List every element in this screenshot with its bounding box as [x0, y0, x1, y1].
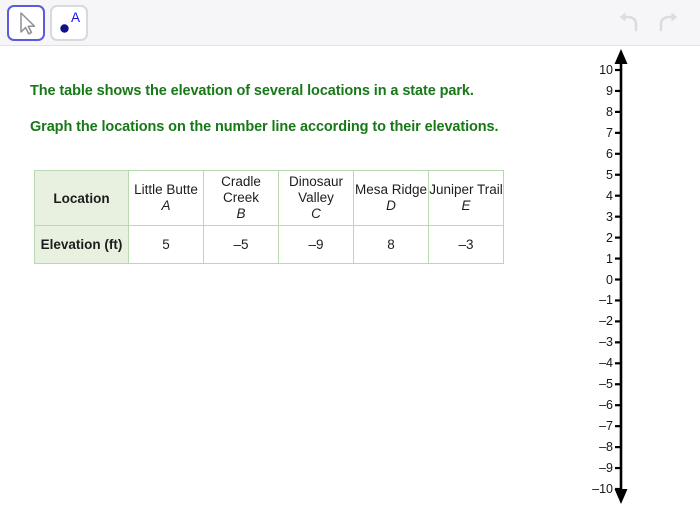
row-header-elevation: Elevation (ft) [34, 225, 129, 264]
row-header-location: Location [34, 170, 129, 226]
tick-label-17: –7 [599, 419, 613, 434]
number-line-axis [614, 49, 628, 504]
table-cell-elevation-e: –3 [428, 225, 504, 264]
location-letter-a: A [161, 198, 171, 213]
tick-label-18: –8 [599, 440, 613, 455]
tick-label-1: 9 [606, 83, 613, 98]
tick-label-20: –10 [592, 482, 613, 496]
location-name-a: Little Butte [134, 182, 198, 197]
tick-label-19: –9 [599, 461, 613, 476]
location-letter-c: C [311, 206, 321, 221]
select-tool[interactable] [7, 5, 45, 41]
prompt-line-1: The table shows the elevation of several… [30, 83, 474, 99]
location-name-b: Cradle Creek [221, 174, 261, 205]
location-name-d: Mesa Ridge [354, 182, 428, 197]
table-cell-location-e: Juniper Trail E [428, 170, 504, 226]
redo-arrow-icon [659, 12, 677, 32]
tick-label-8: 2 [606, 230, 613, 245]
point-with-label-icon: A [60, 10, 80, 33]
redo-button[interactable] [652, 9, 682, 37]
tick-label-16: –6 [599, 398, 613, 413]
table-cell-elevation-c: –9 [278, 225, 354, 264]
tick-label-14: –4 [599, 356, 613, 371]
location-letter-d: D [386, 198, 396, 213]
tick-label-7: 3 [606, 209, 613, 224]
toolbar: A [0, 0, 700, 46]
point-tool[interactable]: A [50, 5, 88, 41]
svg-text:A: A [71, 10, 80, 25]
canvas[interactable]: The table shows the elevation of several… [0, 46, 700, 507]
tick-label-10: 0 [606, 272, 613, 287]
tick-label-5: 5 [606, 167, 613, 182]
location-letter-e: E [461, 198, 471, 213]
table-row-location: Location Little Butte A Cradle Creek B D… [34, 170, 504, 226]
tick-label-15: –5 [599, 377, 613, 392]
table-cell-elevation-d: 8 [353, 225, 429, 264]
table-cell-location-d: Mesa Ridge D [353, 170, 429, 226]
table-cell-location-b: Cradle Creek B [203, 170, 279, 226]
location-name-e: Juniper Trail [429, 182, 503, 197]
location-name-c: Dinosaur Valley [288, 174, 344, 205]
tick-label-3: 7 [606, 125, 613, 140]
elevation-table: Location Little Butte A Cradle Creek B D… [34, 170, 504, 264]
cursor-arrow-icon [20, 12, 36, 35]
table-cell-location-c: Dinosaur Valley C [278, 170, 354, 226]
number-line[interactable]: 10 9 8 7 6 5 4 3 2 1 0 –1 –2 –3 –4 –5 –6 –7 –8 –9 –10 [560, 46, 700, 507]
table-cell-elevation-a: 5 [128, 225, 204, 264]
tick-label-0: 10 [599, 63, 613, 77]
tick-label-2: 8 [606, 104, 613, 119]
tick-label-9: 1 [606, 251, 613, 266]
undo-arrow-icon [620, 12, 638, 32]
table-cell-elevation-b: –5 [203, 225, 279, 264]
table-row-elevation: Elevation (ft) 5 –5 –9 8 –3 [34, 225, 504, 264]
undo-button[interactable] [615, 9, 645, 37]
tick-label-12: –2 [599, 314, 613, 329]
tick-label-13: –3 [599, 335, 613, 350]
prompt-line-2: Graph the locations on the number line a… [30, 119, 499, 135]
tick-label-6: 4 [606, 188, 613, 203]
tick-label-11: –1 [599, 293, 613, 308]
table-cell-location-a: Little Butte A [128, 170, 204, 226]
tick-label-4: 6 [606, 146, 613, 161]
location-letter-b: B [236, 206, 246, 221]
